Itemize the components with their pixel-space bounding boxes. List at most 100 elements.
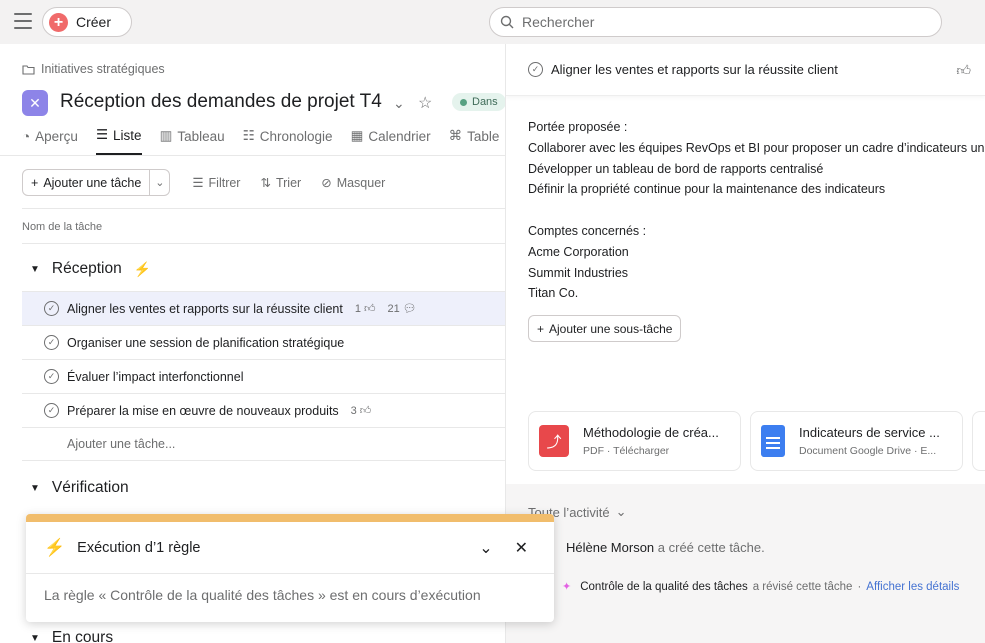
tab-board[interactable]: ▥ Tableau	[160, 127, 225, 155]
show-details-link[interactable]: Afficher les détails	[866, 581, 959, 593]
add-task-row[interactable]: Ajouter une tâche...	[22, 427, 505, 461]
tab-timeline[interactable]: ☷ Chronologie	[243, 127, 333, 155]
create-label: Créer	[76, 14, 112, 30]
collapse-icon[interactable]: ▼	[30, 264, 40, 275]
search-placeholder: Rechercher	[522, 14, 595, 30]
attachment-name: Méthodologie de créa...	[583, 425, 719, 440]
menu-icon[interactable]	[14, 13, 32, 29]
hide-button[interactable]: ⊘ Masquer	[321, 175, 385, 191]
plus-icon: +	[537, 321, 545, 336]
hide-icon: ⊘	[321, 176, 332, 190]
status-label: Dans	[472, 96, 498, 108]
tab-list[interactable]: ☰ Liste	[95, 127, 142, 155]
add-task-dropdown[interactable]: ⌄	[150, 169, 171, 196]
check-circle-icon[interactable]: ✓	[44, 301, 59, 316]
task-description[interactable]: Portée proposée : Collaborer avec les éq…	[528, 117, 985, 304]
chevron-down-icon[interactable]: ⌄	[393, 95, 405, 112]
star-icon[interactable]: ☆	[418, 93, 432, 113]
check-circle-icon[interactable]: ✓	[528, 62, 543, 77]
breadcrumb-label: Initiatives stratégiques	[41, 62, 165, 76]
activity-entry: ✦ Contrôle de la qualité des tâches a ré…	[562, 580, 959, 594]
column-header-task-name[interactable]: Nom de la tâche	[22, 221, 102, 233]
workflow-icon: ⌘	[448, 128, 463, 143]
task-name: Préparer la mise en œuvre de nouveaux pr…	[67, 403, 339, 418]
check-circle-icon[interactable]: ✓	[44, 403, 59, 418]
tab-calendar[interactable]: ▦ Calendrier	[351, 127, 431, 155]
attachment-card[interactable]: Indicateurs de service ... Document Goog…	[750, 411, 963, 471]
filter-label: Filtrer	[208, 175, 241, 190]
chevron-down-icon: ⌄	[155, 177, 165, 189]
tab-label: Calendrier	[368, 128, 431, 144]
sort-label: Trier	[275, 175, 302, 190]
section-header[interactable]: ▼ Vérification	[30, 479, 129, 497]
filter-button[interactable]: ☰ Filtrer	[192, 175, 241, 191]
task-likes: 1 👍︎	[354, 302, 376, 316]
description-line: Développer un tableau de bord de rapport…	[528, 161, 824, 176]
collapse-icon[interactable]: ▼	[30, 633, 40, 643]
description-line: Titan Co.	[528, 286, 579, 301]
tab-workflow[interactable]: ⌘ Table	[449, 127, 500, 155]
task-name: Organiser une session de planification s…	[67, 335, 345, 350]
task-detail-title[interactable]: ✓ Aligner les ventes et rapports sur la …	[528, 62, 838, 77]
breadcrumb[interactable]: Initiatives stratégiques	[22, 62, 165, 76]
task-comments: 21 💬︎	[387, 302, 416, 316]
add-task-button[interactable]: + Ajouter une tâche	[22, 169, 151, 196]
attachment-card[interactable]	[972, 411, 985, 471]
collapse-icon[interactable]: ▼	[30, 483, 40, 494]
task-detail-pane: ✓ Aligner les ventes et rapports sur la …	[505, 44, 985, 643]
project-tabs: ◔ Aperçu ☰ Liste ▥ Tableau ☷ Chronologie ▦ Ca…	[22, 127, 499, 155]
calendar-icon: ▦	[350, 128, 364, 143]
chevron-down-icon[interactable]: ⌄	[479, 538, 492, 558]
check-circle-icon[interactable]: ✓	[44, 369, 59, 384]
activity-feed: Toute l’activité ⌄ Hélène Morson a créé c…	[506, 484, 985, 643]
folder-icon	[22, 64, 35, 75]
overview-icon: ◔	[22, 128, 31, 144]
sparkle-icon: ✦	[562, 581, 572, 593]
check-circle-icon[interactable]: ✓	[44, 335, 59, 350]
status-badge[interactable]: Dans	[452, 93, 505, 111]
close-icon[interactable]: ✕	[515, 538, 528, 558]
task-likes: 3 👍︎	[350, 404, 372, 418]
likes-count: 1	[354, 302, 361, 315]
status-dot	[460, 98, 467, 106]
thumbs-up-icon[interactable]: 👍︎	[956, 62, 971, 79]
section-title: Réception	[51, 260, 122, 277]
description-line: Comptes concernés :	[528, 223, 647, 238]
table-row[interactable]: ✓ Évaluer l’impact interfonctionnel	[22, 359, 505, 393]
toast-controls: ⌄ ✕	[479, 538, 528, 558]
sort-button[interactable]: ⇅ Trier	[260, 175, 302, 191]
table-row[interactable]: ✓ Organiser une session de planification…	[22, 325, 505, 359]
lightning-icon: ⚡	[133, 260, 152, 277]
task-name: Évaluer l’impact interfonctionnel	[67, 369, 244, 384]
comments-count: 21	[387, 302, 400, 315]
tab-overview[interactable]: ◔ Aperçu	[22, 127, 78, 155]
section-header[interactable]: ▼ Réception ⚡	[30, 260, 151, 278]
table-row[interactable]: ✓ Aligner les ventes et rapports sur la …	[22, 291, 505, 325]
timeline-icon: ☷	[242, 128, 255, 143]
pdf-icon: ⤴	[539, 425, 569, 457]
activity-user[interactable]: Hélène Morson	[566, 540, 654, 555]
tab-label: Table	[467, 128, 500, 144]
description-line: Collaborer avec les équipes RevOps et BI…	[528, 140, 985, 155]
sort-icon: ⇅	[260, 176, 271, 190]
likes-count: 3	[350, 404, 357, 417]
toast-title: Exécution d’1 règle	[77, 540, 201, 556]
attachment-subtitle: PDF · Télécharger	[583, 445, 670, 457]
description-line	[528, 200, 985, 221]
add-subtask-button[interactable]: + Ajouter une sous-tâche	[528, 315, 682, 342]
table-row[interactable]: ✓ Préparer la mise en œuvre de nouveaux …	[22, 393, 505, 427]
list-toolbar: + Ajouter une tâche ⌄ ☰ Filtrer ⇅ Trier ⊘ Ma…	[22, 169, 385, 196]
project-icon[interactable]: ✕	[22, 90, 48, 116]
toolbar-divider	[22, 208, 505, 209]
search-input[interactable]: Rechercher	[489, 7, 942, 37]
tab-label: Tableau	[177, 128, 225, 144]
google-doc-icon	[761, 425, 785, 457]
tab-label: Liste	[113, 127, 142, 143]
create-button[interactable]: + Créer	[42, 7, 132, 37]
attachment-card[interactable]: ⤴ Méthodologie de créa... PDF · Téléchar…	[528, 411, 741, 471]
section-header[interactable]: ▼ En cours	[30, 629, 113, 643]
description-line: Acme Corporation	[528, 244, 629, 259]
add-task-inline[interactable]: Ajouter une tâche...	[67, 437, 175, 451]
plus-icon: +	[49, 12, 68, 32]
activity-rule[interactable]: Contrôle de la qualité des tâches	[580, 581, 748, 593]
